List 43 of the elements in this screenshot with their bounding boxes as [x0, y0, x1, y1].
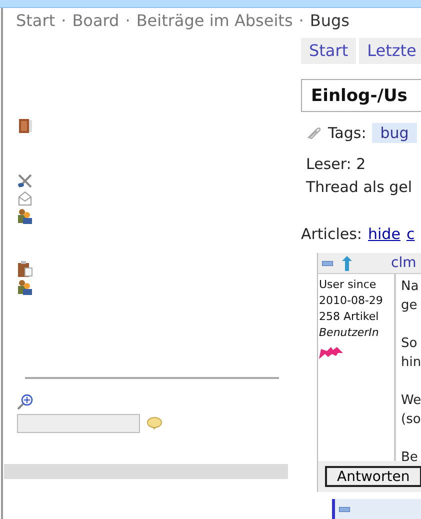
body-text: Na	[401, 278, 420, 296]
nav-tab[interactable]: Letzte	[359, 38, 421, 64]
collapse-icon[interactable]	[339, 506, 350, 512]
articles-label: Articles:	[301, 225, 362, 243]
body-text: ge	[401, 297, 418, 315]
nav-tab[interactable]: Start	[301, 38, 360, 64]
articles-link[interactable]: c	[406, 225, 415, 243]
body-text: Be	[401, 449, 419, 467]
thread-note: Thread als gel	[306, 177, 414, 198]
separator: ·	[298, 11, 304, 30]
article-count: 258 Artikel	[319, 309, 380, 325]
breadcrumb-link[interactable]: Bugs	[310, 11, 350, 30]
readers-count: Leser: 2	[306, 154, 367, 175]
bat-icon	[319, 345, 343, 359]
user-role: BenutzerIn	[319, 325, 380, 341]
zoom-in-icon[interactable]	[17, 394, 33, 410]
reply-button[interactable]: Antworten	[325, 466, 421, 487]
user-since: User since	[319, 277, 378, 293]
door-icon[interactable]	[17, 118, 33, 134]
tag-link[interactable]: bug	[372, 123, 417, 143]
collapse-icon[interactable]	[322, 260, 333, 266]
envelope-icon[interactable]	[17, 191, 33, 206]
thread-title: Einlog-/Us	[311, 86, 408, 106]
users-icon[interactable]	[17, 279, 33, 295]
author-link[interactable]: clm	[391, 255, 416, 271]
paperclip-icon	[306, 126, 322, 140]
person-arrow-icon[interactable]	[342, 256, 352, 270]
separator: ·	[125, 11, 130, 30]
breadcrumb-link[interactable]: Start	[16, 11, 56, 30]
articles-link[interactable]: hide	[368, 225, 400, 243]
body-text: We	[401, 392, 421, 410]
clipboard-icon[interactable]	[17, 261, 33, 277]
breadcrumb-link[interactable]: Board	[72, 11, 120, 30]
breadcrumb-link[interactable]: Beiträge im Abseits	[136, 11, 293, 30]
join-date: 2010-08-29	[319, 293, 384, 309]
search-field[interactable]	[17, 414, 140, 433]
separator: ·	[61, 11, 66, 30]
users-icon[interactable]	[17, 208, 33, 224]
body-text: So	[401, 335, 418, 353]
tags-label: Tags:	[328, 124, 366, 142]
body-text: hin	[401, 354, 421, 372]
tools-icon[interactable]	[17, 173, 33, 189]
body-text: (so	[401, 411, 421, 429]
